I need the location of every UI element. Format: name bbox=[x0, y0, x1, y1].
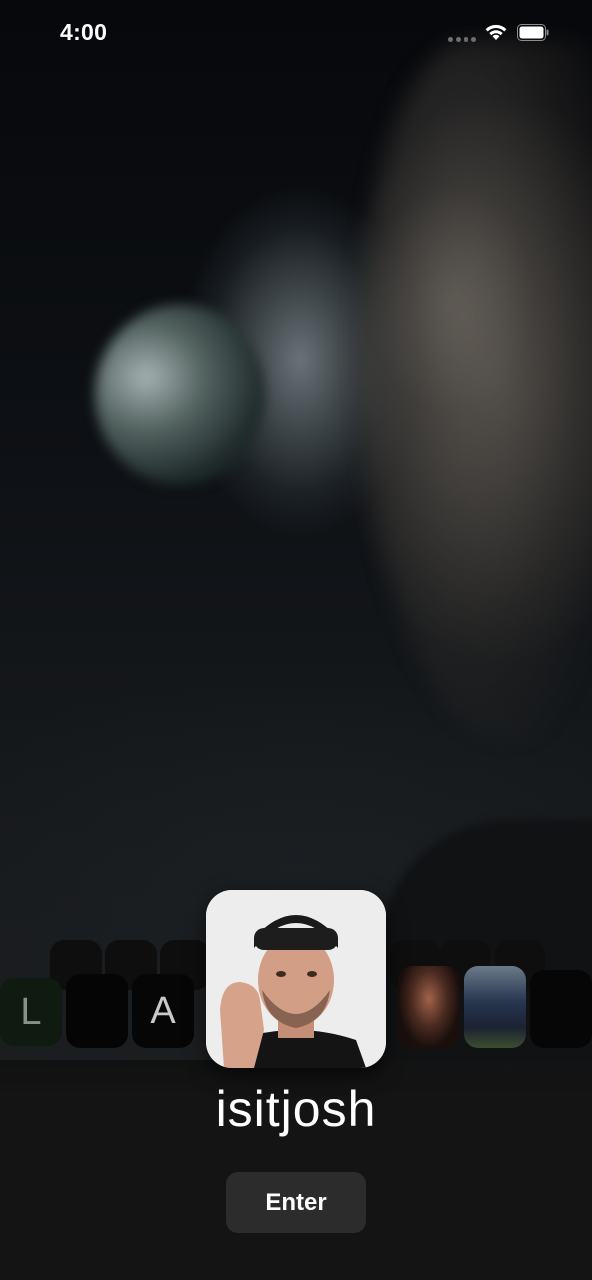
battery-icon bbox=[517, 24, 549, 41]
tile-letter: A bbox=[150, 989, 176, 1032]
singer-face-image bbox=[360, 40, 592, 740]
microphone-image bbox=[95, 305, 265, 485]
status-bar: 4:00 bbox=[0, 0, 592, 70]
signal-icon bbox=[448, 37, 476, 43]
carousel-avatar-image[interactable] bbox=[464, 966, 526, 1048]
carousel-tile[interactable] bbox=[530, 970, 592, 1048]
selected-user-name: isitjosh bbox=[215, 1081, 377, 1137]
wifi-icon bbox=[485, 24, 507, 40]
carousel-tile[interactable] bbox=[66, 974, 128, 1048]
enter-button[interactable]: Enter bbox=[226, 1172, 366, 1233]
selected-user-avatar[interactable] bbox=[206, 890, 386, 1068]
tile-letter: L bbox=[20, 990, 42, 1033]
status-time: 4:00 bbox=[60, 19, 108, 45]
carousel-tile-letter[interactable]: A bbox=[132, 974, 194, 1048]
avatar-photo bbox=[206, 890, 386, 1068]
carousel-avatar-image[interactable] bbox=[398, 966, 460, 1048]
carousel-tile-letter[interactable]: L bbox=[0, 978, 62, 1046]
screen: 4:00 L A isitjosh Enter bbox=[0, 0, 592, 1280]
